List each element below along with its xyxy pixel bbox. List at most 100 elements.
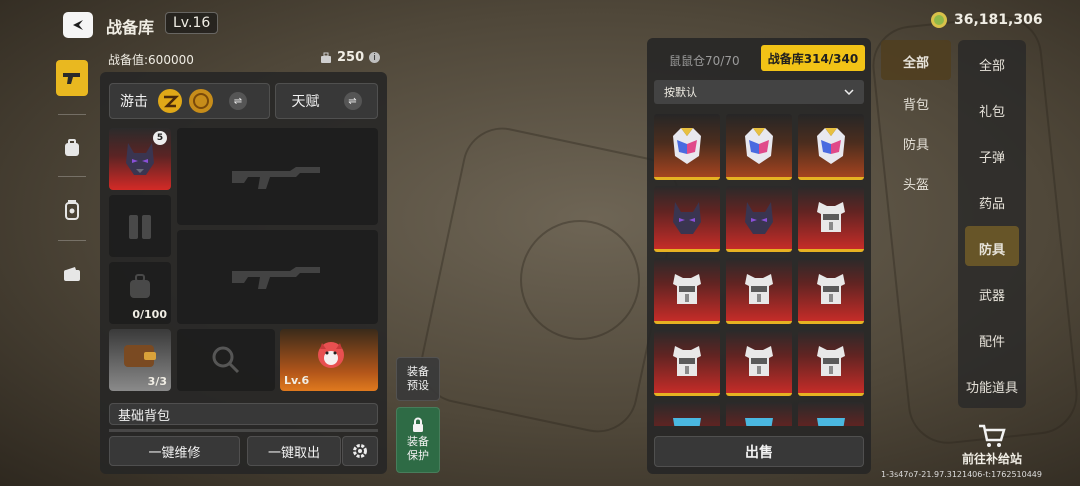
white-armor-icon xyxy=(745,274,773,304)
tab-hamster-storage[interactable]: 鼠鼠仓70/70 xyxy=(669,52,740,69)
search-slot[interactable] xyxy=(177,329,275,391)
swap-icon[interactable]: ⇌ xyxy=(343,92,362,110)
blue-armor-icon xyxy=(673,418,701,426)
grid-item[interactable] xyxy=(798,186,864,252)
sell-button[interactable]: 出售 xyxy=(654,436,864,467)
sort-dropdown[interactable]: 按默认 xyxy=(654,80,864,104)
pet-slot[interactable]: Lv.6 xyxy=(280,329,378,391)
category-all[interactable]: 全部 xyxy=(958,55,1026,74)
item-grid xyxy=(654,114,866,426)
equipment-preset-button[interactable]: 装备 预设 xyxy=(396,357,440,401)
chevron-down-icon xyxy=(844,89,854,95)
category-ammo[interactable]: 子弹 xyxy=(958,147,1026,166)
grid-item[interactable] xyxy=(726,114,792,180)
filter-mid-helmet[interactable]: 头盔 xyxy=(881,174,951,193)
wallet-icon xyxy=(124,345,156,367)
grid-item[interactable] xyxy=(726,258,792,324)
armor-slot[interactable]: 5 xyxy=(109,128,171,190)
sidebar-item-weapons[interactable] xyxy=(56,60,88,96)
armor-count-badge: 5 xyxy=(153,131,167,145)
filter-mid-backpack[interactable]: 背包 xyxy=(881,94,951,113)
back-button[interactable] xyxy=(63,12,93,38)
blue-armor-icon xyxy=(817,418,845,426)
currency-display: 36,181,306 xyxy=(930,11,1043,29)
weapon-slot-secondary[interactable] xyxy=(177,230,378,324)
guerrilla-badge-icon xyxy=(158,89,182,113)
capacity-display: 250 i xyxy=(320,50,381,65)
grid-item[interactable] xyxy=(654,330,720,396)
vest-icon xyxy=(129,215,151,239)
scroll-track xyxy=(109,429,378,432)
white-armor-icon xyxy=(817,346,845,376)
take-out-all-button[interactable]: 一键取出 xyxy=(247,436,341,466)
capacity-value: 250 xyxy=(337,50,365,65)
grid-item[interactable] xyxy=(798,330,864,396)
sidebar-divider xyxy=(58,114,86,115)
rifle-icon xyxy=(232,267,320,289)
vest-slot[interactable] xyxy=(109,195,171,257)
grid-item[interactable] xyxy=(654,402,720,426)
mode-label: 游击 xyxy=(120,94,148,110)
grid-item[interactable] xyxy=(654,186,720,252)
grid-item[interactable] xyxy=(798,258,864,324)
sidebar-divider xyxy=(58,240,86,241)
white-armor-icon xyxy=(817,274,845,304)
bag-count: 0/100 xyxy=(132,308,167,321)
tab-vault[interactable]: 战备库314/340 xyxy=(761,45,865,71)
category-medicine[interactable]: 药品 xyxy=(958,193,1026,212)
white-armor-icon xyxy=(817,202,845,232)
grid-item[interactable] xyxy=(654,114,720,180)
jester-helmet-icon xyxy=(745,128,773,164)
grid-item[interactable] xyxy=(654,258,720,324)
bag-name: 基础背包 xyxy=(118,408,171,424)
bag-slot[interactable]: 0/100 xyxy=(109,262,171,324)
bag-name-bar: 基础背包 xyxy=(109,403,378,425)
medal-icon xyxy=(189,89,213,113)
wolf-helmet-icon xyxy=(673,202,701,234)
repair-all-button[interactable]: 一键维修 xyxy=(109,436,240,466)
category-attachments[interactable]: 配件 xyxy=(958,331,1026,350)
weight-icon xyxy=(321,52,331,63)
category-weapons[interactable]: 武器 xyxy=(958,285,1026,304)
supply-station-button[interactable]: 前往补给站 xyxy=(955,424,1029,468)
backpack-icon xyxy=(130,274,150,298)
settings-button[interactable] xyxy=(342,436,378,466)
gun-icon xyxy=(63,73,80,84)
category-utility[interactable]: 功能道具 xyxy=(958,377,1026,396)
grid-item[interactable] xyxy=(798,402,864,426)
category-gift-pack[interactable]: 礼包 xyxy=(958,101,1026,120)
info-icon[interactable]: i xyxy=(369,52,381,63)
sidebar-item-wallet[interactable] xyxy=(56,256,88,292)
rifle-icon xyxy=(232,167,320,189)
talent-selector[interactable]: 天赋 ⇌ xyxy=(275,83,378,119)
page-title: 战备库 xyxy=(106,18,155,37)
protect-label-2: 保护 xyxy=(407,449,429,462)
white-armor-icon xyxy=(673,274,701,304)
wolf-helmet-icon xyxy=(745,202,773,234)
weapon-slot-primary[interactable] xyxy=(177,128,378,225)
sidebar-item-backpack[interactable] xyxy=(56,130,88,166)
power-label: 战备值:600000 xyxy=(108,53,194,67)
filter-mid-armor[interactable]: 防具 xyxy=(881,134,951,153)
talent-label: 天赋 xyxy=(291,94,320,110)
equipment-protect-button[interactable]: 装备 保护 xyxy=(396,407,440,473)
mode-selector[interactable]: 游击 ⇌ xyxy=(109,83,270,119)
wolf-helmet-icon xyxy=(126,143,154,175)
grid-item[interactable] xyxy=(798,114,864,180)
grid-item[interactable] xyxy=(726,330,792,396)
sidebar-item-storage[interactable] xyxy=(56,192,88,228)
take-out-all-label: 一键取出 xyxy=(267,445,320,461)
grid-item[interactable] xyxy=(726,186,792,252)
wallet-slot[interactable]: 3/3 xyxy=(109,329,171,391)
swap-icon[interactable]: ⇌ xyxy=(229,92,247,110)
coin-icon xyxy=(931,12,947,28)
wallet-icon xyxy=(64,267,80,281)
map-decoration xyxy=(520,220,640,340)
pet-icon xyxy=(318,342,344,368)
grid-item[interactable] xyxy=(726,402,792,426)
white-armor-icon xyxy=(745,346,773,376)
sidebar-divider xyxy=(58,176,86,177)
filter-mid-all[interactable]: 全部 xyxy=(881,52,951,71)
category-armor[interactable]: 防具 xyxy=(958,239,1026,258)
debug-info: 1-3s47o7-21.97.3121406-t:1762510449 xyxy=(881,470,1042,479)
